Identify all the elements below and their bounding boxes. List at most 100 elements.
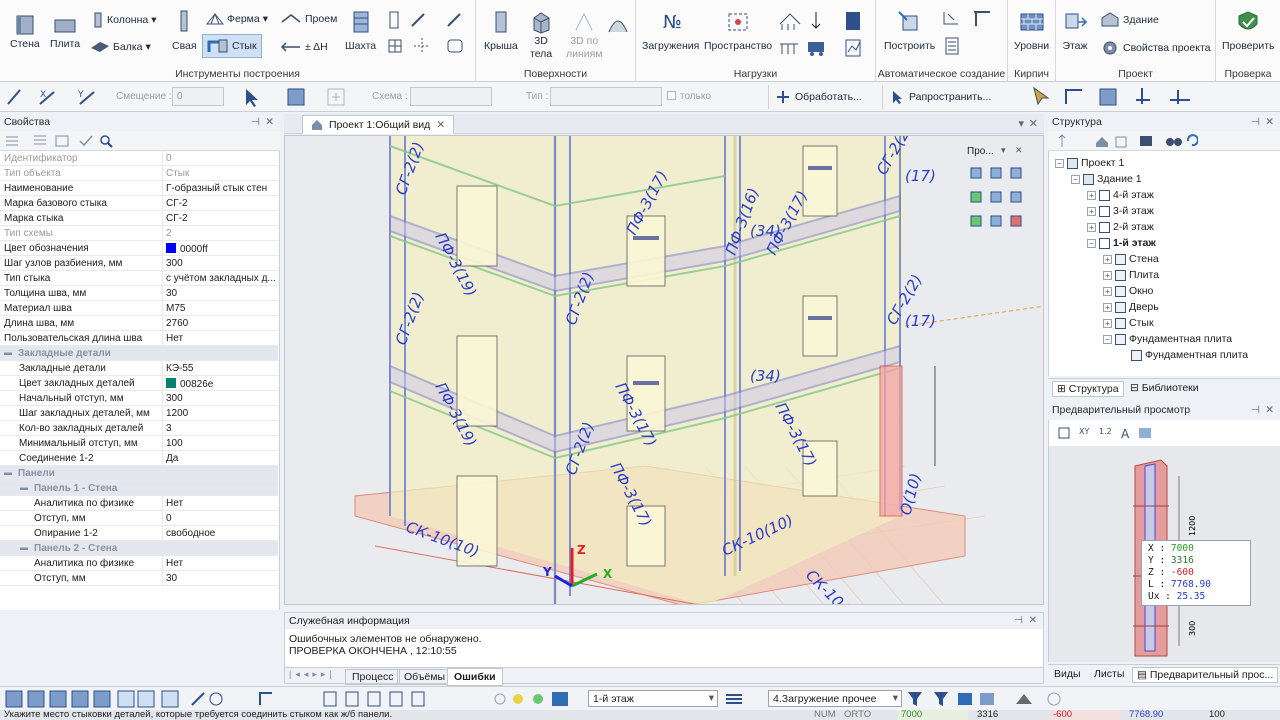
property-value[interactable]: Нет	[166, 558, 276, 569]
property-row[interactable]: Опирание 1-2 свободное	[0, 526, 278, 541]
structure-tools-icon[interactable]	[1058, 133, 1198, 149]
tab-process[interactable]: Процесс	[345, 669, 401, 685]
property-value[interactable]: 00826e	[166, 378, 276, 390]
roof-button[interactable]: Крыша	[484, 10, 518, 52]
property-value[interactable]: 30	[166, 573, 276, 584]
property-value[interactable]: 1200	[166, 408, 276, 419]
filter-icons[interactable]	[906, 690, 1066, 708]
offset-input[interactable]: 0	[172, 87, 224, 106]
property-row[interactable]: Аналитика по физике Нет	[0, 556, 278, 571]
property-value[interactable]: свободное	[166, 528, 276, 539]
property-row[interactable]: Материал шва М75	[0, 301, 278, 316]
close-icon[interactable]: ✕	[436, 119, 445, 131]
tree-item[interactable]: + Стена	[1103, 253, 1159, 265]
close-icon[interactable]: ✕	[1029, 615, 1037, 626]
column-button[interactable]: Колонна ▾	[92, 12, 157, 28]
property-section[interactable]: Панель 2 - Стена ▬	[0, 541, 278, 556]
tab-volumes[interactable]: Объёмы	[397, 669, 453, 685]
building-button[interactable]: Здание	[1100, 12, 1159, 28]
spaces-button[interactable]: Пространство	[704, 10, 772, 52]
property-row[interactable]: Тип стыка с учётом закладных д...	[0, 271, 278, 286]
project-props-button[interactable]: Свойства проекта	[1100, 40, 1210, 56]
collapse-icon[interactable]: −	[1055, 158, 1064, 168]
tree-item[interactable]: − Фундаментная плита	[1103, 333, 1232, 345]
property-value[interactable]: с учётом закладных д...	[166, 273, 276, 284]
beam-button[interactable]: Балка ▾	[90, 40, 151, 54]
property-row[interactable]: Шаг узлов разбиения, мм 300	[0, 256, 278, 271]
property-row[interactable]: Цвет обозначения 0000ff	[0, 241, 278, 256]
property-row[interactable]: Аналитика по физике Нет	[0, 496, 278, 511]
expand-icon[interactable]: +	[1103, 302, 1112, 312]
property-row[interactable]: Кол-во закладных деталей 3	[0, 421, 278, 436]
expand-icon[interactable]: +	[1087, 206, 1096, 216]
process-button[interactable]: Обработать...	[768, 85, 868, 109]
property-value[interactable]: Нет	[166, 498, 276, 509]
property-value[interactable]: Да	[166, 453, 276, 464]
modify-tools-icon[interactable]	[388, 10, 468, 60]
building-model[interactable]: ПФ-3(17) ПФ-3(17) ПФ-3(19) ПФ-3(19) ПФ-3…	[285, 136, 1044, 605]
slab-button[interactable]: Плита	[50, 14, 80, 50]
collapse-icon[interactable]: −	[1103, 334, 1112, 344]
tree-item[interactable]: +3-й этаж	[1087, 205, 1154, 217]
tree-item[interactable]: +2-й этаж	[1087, 221, 1154, 233]
tab-errors[interactable]: Ошибки	[447, 668, 503, 686]
loading-select[interactable]: 4.Загружение прочее ▾	[768, 690, 902, 707]
property-row[interactable]: Идентификатор 0	[0, 151, 278, 166]
edit-tools-icon[interactable]: X Y	[4, 86, 104, 108]
property-row[interactable]: Начальный отступ, мм 300	[0, 391, 278, 406]
3d-viewport[interactable]: ПФ-3(17) ПФ-3(17) ПФ-3(19) ПФ-3(19) ПФ-3…	[284, 135, 1044, 605]
expand-icon[interactable]: +	[1103, 286, 1112, 296]
property-value[interactable]: Нет	[166, 333, 276, 344]
snap-icons[interactable]	[4, 689, 584, 709]
property-value[interactable]: СГ-2	[166, 198, 276, 209]
property-value[interactable]: 30	[166, 288, 276, 299]
property-value[interactable]: 0	[166, 153, 276, 164]
shaft-button[interactable]: Шахта	[345, 10, 376, 52]
spread-button[interactable]: Рапространить...	[882, 85, 997, 109]
props-tools-icon[interactable]	[4, 133, 114, 149]
collapse-icon[interactable]: −	[1071, 174, 1080, 184]
property-row[interactable]: Отступ, мм 30	[0, 571, 278, 586]
pin-icon[interactable]: ⊣	[1251, 116, 1260, 128]
tree-item[interactable]: + Окно	[1103, 285, 1153, 297]
close-icon[interactable]: ✕	[1015, 145, 1023, 156]
preview-tools-icon[interactable]: XY 1.2 A	[1057, 424, 1157, 442]
property-row[interactable]: Тип объекта Стык	[0, 166, 278, 181]
property-row[interactable]: Толщина шва, мм 30	[0, 286, 278, 301]
tab-nav-arrows-icon[interactable]: |◂◂▸▸|	[289, 669, 336, 680]
chevron-down-icon[interactable]: ▾	[1001, 145, 1006, 156]
property-value[interactable]: 300	[166, 393, 276, 404]
property-row[interactable]: Марка базового стыка СГ-2	[0, 196, 278, 211]
collapse-icon[interactable]: ▬	[4, 468, 12, 477]
property-value[interactable]: 100	[166, 438, 276, 449]
expand-icon[interactable]: +	[1103, 318, 1112, 328]
view-cube-icons[interactable]	[967, 164, 1027, 234]
property-row[interactable]: Шаг закладных деталей, мм 1200	[0, 406, 278, 421]
line3d-button[interactable]: 3D по линиям	[566, 10, 603, 60]
property-value[interactable]: 0	[166, 513, 276, 524]
property-row[interactable]: Наименование Г-образный стык стен	[0, 181, 278, 196]
property-row[interactable]: Пользовательская длина шва Нет	[0, 331, 278, 346]
opening-button[interactable]: Проем	[280, 12, 337, 26]
select-tools-icon[interactable]	[240, 85, 350, 109]
tree-item[interactable]: + Дверь	[1103, 301, 1159, 313]
tree-item[interactable]: − Проект 1	[1055, 157, 1124, 169]
property-value[interactable]: КЭ-55	[166, 363, 276, 374]
wall-button[interactable]: Стена	[10, 14, 40, 50]
close-icon[interactable]: ✕	[1029, 117, 1038, 130]
property-section[interactable]: Панели ▬	[0, 466, 278, 481]
body3d-button[interactable]: 3D тела	[530, 10, 552, 60]
property-row[interactable]: Отступ, мм 0	[0, 511, 278, 526]
expand-icon[interactable]: +	[1087, 190, 1096, 200]
property-value[interactable]: Стык	[166, 168, 276, 179]
floor-select[interactable]: 1-й этаж ▾	[588, 690, 718, 707]
property-value[interactable]: 0000ff	[166, 243, 276, 255]
delta-h-button[interactable]: ± ΔН	[280, 40, 328, 54]
tab-structure[interactable]: ⊞ Структура	[1052, 381, 1124, 397]
chevron-down-icon[interactable]: ▾	[1018, 117, 1024, 130]
property-row[interactable]: Соединение 1-2 Да	[0, 451, 278, 466]
property-row[interactable]: Длина шва, мм 2760	[0, 316, 278, 331]
property-row[interactable]: Минимальный отступ, мм 100	[0, 436, 278, 451]
type-select[interactable]	[550, 87, 662, 106]
property-row[interactable]: Марка стыка СГ-2	[0, 211, 278, 226]
